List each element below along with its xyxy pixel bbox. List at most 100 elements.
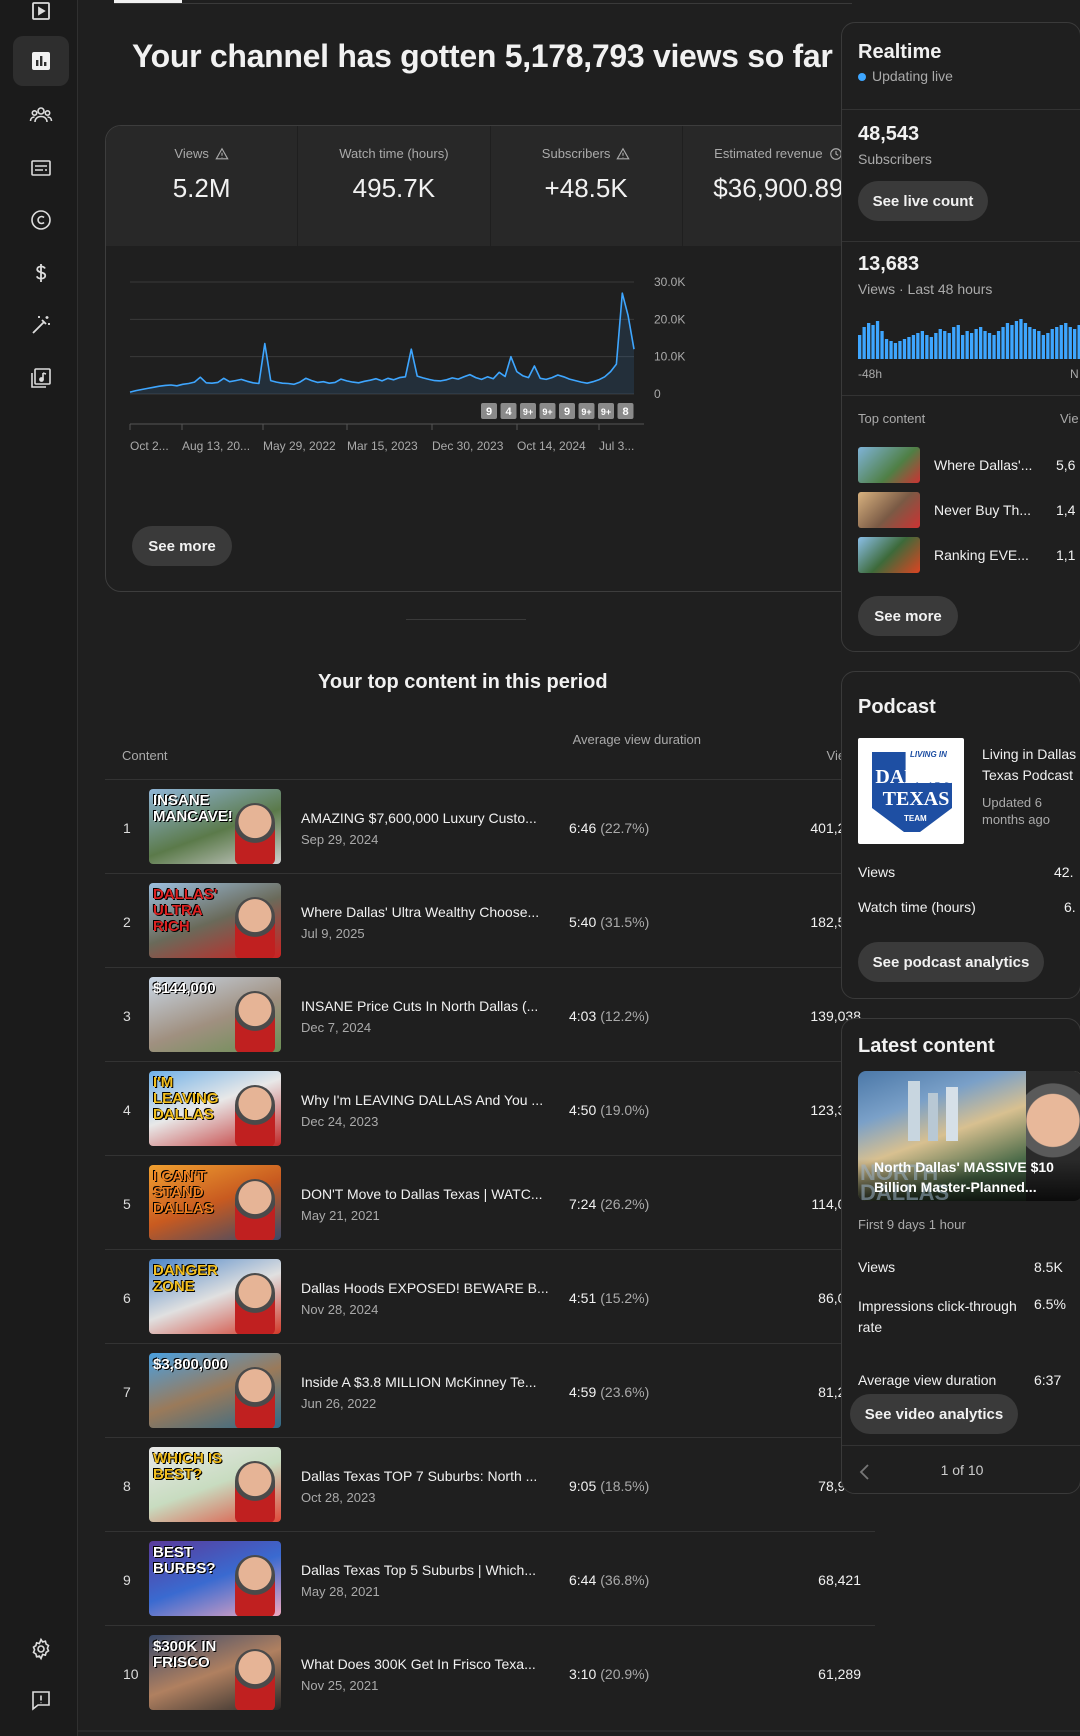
settings-gear-icon[interactable] [13,1624,69,1674]
annotation-marker-label: 9 [486,406,492,418]
realtime-bar [884,339,889,359]
video-thumbnail[interactable]: I'M LEAVING DALLAS [149,1071,281,1146]
page-bottom-divider [78,1730,1080,1732]
video-thumbnail[interactable]: BEST BURBS? [149,1541,281,1616]
row-title[interactable]: Dallas Texas TOP 7 Suburbs: North ... [301,1468,537,1484]
realtime-bar [925,335,929,359]
row-title[interactable]: Inside A $3.8 MILLION McKinney Te... [301,1374,537,1390]
row-duration: 3:10 (20.9%) [569,1666,649,1682]
analytics-icon[interactable] [13,36,69,86]
see-video-analytics-button[interactable]: See video analytics [850,1394,1018,1434]
row-title[interactable]: What Does 300K Get In Frisco Texa... [301,1656,536,1672]
realtime-bar [862,327,866,359]
realtime-bar [867,323,871,359]
see-live-count-button[interactable]: See live count [858,181,988,221]
row-title[interactable]: AMAZING $7,600,000 Luxury Custo... [301,810,537,826]
table-row[interactable]: 6 DANGER ZONE Dallas Hoods EXPOSED! BEWARE… [105,1249,875,1343]
row-duration-value: 9:05 [569,1478,597,1494]
audio-library-icon[interactable] [13,353,69,403]
row-duration: 4:03 (12.2%) [569,1008,649,1024]
table-row[interactable]: 7 $3,800,000 Inside A $3.8 MILLION McKinne… [105,1343,875,1437]
thumbnail-text: DALLAS' ULTRA RICH [153,886,218,935]
top-content-rows: 1 INSANE MANCAVE! AMAZING $7,600,000 Luxur… [105,779,875,1719]
x-tick-label: Oct 2... [130,439,169,453]
see-podcast-analytics-button[interactable]: See podcast analytics [858,942,1044,982]
latest-video-thumbnail[interactable]: NORTH DALLAS MEGA PROJECT North Dallas' … [858,1071,1080,1201]
subtitles-icon[interactable] [13,143,69,193]
video-thumbnail[interactable]: DANGER ZONE [149,1259,281,1334]
video-thumbnail[interactable]: $3,800,000 [149,1353,281,1428]
latest-ctr-value-cell: 6.5% [1034,1296,1080,1312]
realtime-bar [929,337,933,359]
feedback-icon[interactable] [13,1676,69,1726]
realtime-bar [920,331,924,359]
realtime-bar [934,333,938,359]
realtime-bar [1068,327,1072,359]
customization-wand-icon[interactable] [13,300,69,350]
views-line-chart[interactable]: 30.0K 20.0K 10.0K 0 9 4 9+ 9+ 9 9+ 9+ 8 Oct 2... Aug … [106,246,875,486]
realtime-item[interactable]: Where Dallas'... 5,6 [858,447,1080,483]
realtime-bar [880,331,884,359]
realtime-bar [943,331,947,359]
community-icon[interactable] [13,90,69,140]
x-tick-label: Jul 3... [599,439,634,453]
metric-tab-views[interactable]: Views 5.2M [106,126,299,246]
video-thumbnail[interactable]: WHICH IS BEST? [149,1447,281,1522]
row-rank: 8 [123,1478,131,1494]
metric-label-watch-time: Watch time (hours) [298,146,489,161]
presenter-face [235,1085,275,1146]
row-date: May 21, 2021 [301,1208,380,1223]
warning-icon [616,147,631,159]
thumbnail-text: I'M LEAVING DALLAS [153,1074,219,1123]
realtime-item[interactable]: Ranking EVE... 1,1 [858,537,1080,573]
realtime-bar [956,325,960,359]
podcast-name[interactable]: Living in Dallas Texas Podcast [982,744,1080,786]
column-avg-duration[interactable]: Average view duration [571,731,701,748]
table-row[interactable]: 2 DALLAS' ULTRA RICH Where Dallas' Ultra W… [105,873,875,967]
realtime-bar [1019,319,1023,359]
presenter-face [235,1179,275,1240]
row-title[interactable]: INSANE Price Cuts In North Dallas (... [301,998,538,1014]
stat-value: 42. [1054,864,1074,880]
video-thumbnail[interactable]: $144,000 [149,977,281,1052]
table-row[interactable]: 1 INSANE MANCAVE! AMAZING $7,600,000 Luxur… [105,779,875,873]
video-thumbnail[interactable]: $300K IN FRISCO [149,1635,281,1710]
table-row[interactable]: 8 WHICH IS BEST? Dallas Texas TOP 7 Suburb… [105,1437,875,1531]
podcast-cover[interactable]: LIVING IN DALLAS TEXAS TEAM [858,738,964,844]
metric-tab-watch-time[interactable]: Watch time (hours) 495.7K [298,126,491,246]
row-date: Nov 25, 2021 [301,1678,379,1693]
thumbnail-text: WHICH IS BEST? [153,1450,223,1483]
copyright-icon[interactable] [13,195,69,245]
realtime-see-more-button[interactable]: See more [858,596,958,636]
row-title[interactable]: Dallas Hoods EXPOSED! BEWARE B... [301,1280,549,1296]
realtime-top-content-col: Vie [1060,411,1079,426]
presenter-face [235,803,275,864]
content-icon[interactable] [13,0,69,36]
row-title[interactable]: DON'T Move to Dallas Texas | WATC... [301,1186,543,1202]
row-title[interactable]: Why I'm LEAVING DALLAS And You ... [301,1092,543,1108]
video-thumbnail [858,492,920,528]
row-views: 61,289 [818,1666,861,1682]
annotation-marker-label: 9+ [601,407,611,417]
active-tab-indicator[interactable] [114,0,182,3]
table-row[interactable]: 4 I'M LEAVING DALLAS Why I'm LEAVING DALLA… [105,1061,875,1155]
video-thumbnail[interactable]: I CAN'T STAND DALLAS [149,1165,281,1240]
realtime-bar [907,337,911,359]
realtime-bar [938,329,942,359]
metric-tab-subscribers[interactable]: Subscribers +48.5K [490,126,683,246]
realtime-bar-chart[interactable] [858,313,1080,361]
realtime-item-title: Ranking EVE... [934,547,1029,563]
table-row[interactable]: 3 $144,000 INSANE Price Cuts In North Dall… [105,967,875,1061]
table-row[interactable]: 5 I CAN'T STAND DALLAS DON'T Move to Dalla… [105,1155,875,1249]
table-row[interactable]: 9 BEST BURBS? Dallas Texas Top 5 Suburbs |… [105,1531,875,1625]
video-thumbnail[interactable]: INSANE MANCAVE! [149,789,281,864]
see-more-button[interactable]: See more [132,526,232,566]
earn-dollar-icon[interactable] [13,248,69,298]
row-title[interactable]: Dallas Texas Top 5 Suburbs | Which... [301,1562,536,1578]
video-thumbnail[interactable]: DALLAS' ULTRA RICH [149,883,281,958]
realtime-item[interactable]: Never Buy Th... 1,4 [858,492,1080,528]
row-title[interactable]: Where Dallas' Ultra Wealthy Choose... [301,904,539,920]
series-area [130,293,634,394]
table-row[interactable]: 10 $300K IN FRISCO What Does 300K Get In F… [105,1625,875,1719]
column-content[interactable]: Content [122,748,168,763]
